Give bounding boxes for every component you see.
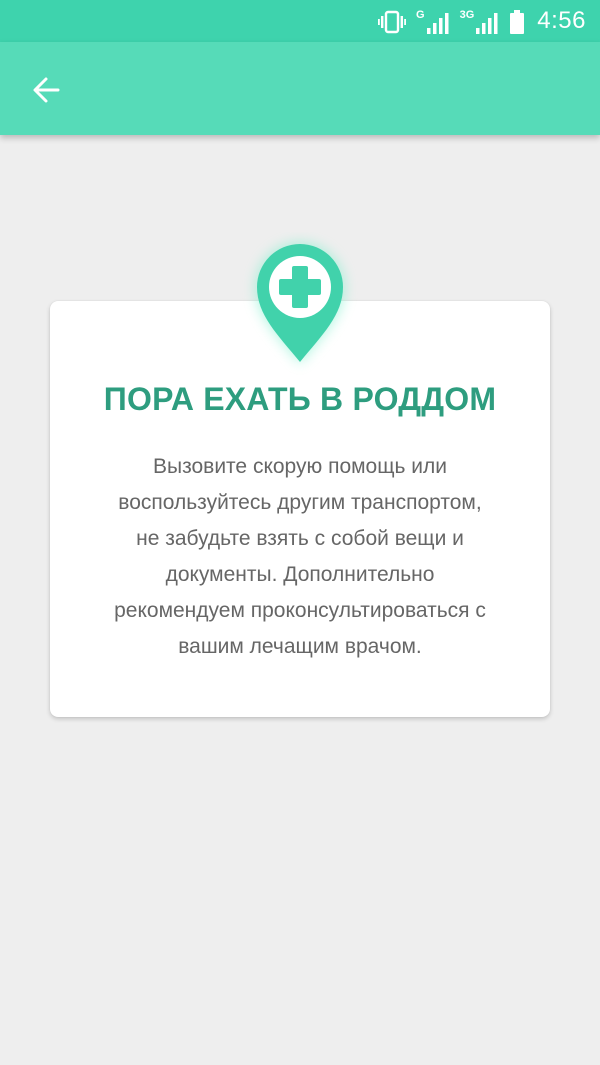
- card-title: ПОРА ЕХАТЬ В РОДДОМ: [103, 381, 497, 417]
- signal-icon: G: [416, 8, 450, 34]
- network-type-label: 3G: [459, 9, 475, 21]
- back-button[interactable]: [22, 66, 70, 114]
- battery-icon: [509, 8, 525, 34]
- toolbar: [0, 42, 600, 135]
- status-bar: G 3G 4:56: [0, 0, 600, 42]
- vibrate-icon: [378, 8, 407, 34]
- status-time: 4:56: [537, 7, 586, 34]
- network-type-label: G: [416, 9, 425, 21]
- card-body-text: Вызовите скорую помощь или воспользуйтес…: [114, 455, 486, 658]
- signal-icon: 3G: [460, 8, 500, 34]
- arrow-left-icon: [33, 77, 60, 103]
- medical-pin-icon: [255, 242, 345, 364]
